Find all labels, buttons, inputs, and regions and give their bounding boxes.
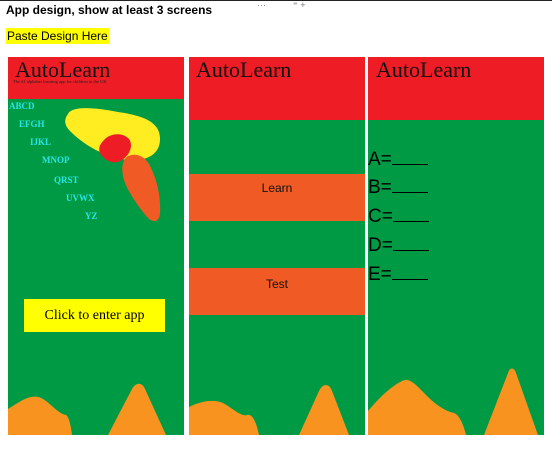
logo-blob-shapes <box>65 108 161 222</box>
page-heading: App design, show at least 3 screens <box>6 3 213 17</box>
app-header: AutoLearn <box>189 57 365 120</box>
screen-menu: AutoLearn Learn Test <box>189 57 365 435</box>
answer-row-c: C= <box>368 206 429 228</box>
answer-label: E= <box>368 264 392 285</box>
answer-label: C= <box>368 206 393 227</box>
page-top-border <box>0 0 552 1</box>
test-button[interactable]: Test <box>189 268 365 315</box>
answer-row-a: A= <box>368 149 428 171</box>
toolbar-dots[interactable]: ··· <box>257 0 266 10</box>
answer-blank[interactable] <box>391 178 428 193</box>
app-header: AutoLearn <box>368 57 544 120</box>
hills-decoration <box>8 383 166 435</box>
app-brand: AutoLearn <box>196 57 292 82</box>
enter-app-button[interactable]: Click to enter app <box>24 299 165 332</box>
screen-test: AutoLearn A= B= C= D= E= <box>368 57 544 435</box>
toolbar-icons[interactable]: ⁼ + <box>293 0 306 11</box>
hills-decoration <box>368 368 538 435</box>
answer-blank[interactable] <box>391 150 428 165</box>
answer-row-d: D= <box>368 235 429 257</box>
learn-button[interactable]: Learn <box>189 174 365 221</box>
answer-blank[interactable] <box>392 236 429 251</box>
answer-label: D= <box>368 235 393 256</box>
screen-splash: AutoLearn The #1 alphabet learning app f… <box>8 57 184 435</box>
answer-blank[interactable] <box>391 265 428 280</box>
paste-design-label: Paste Design Here <box>6 28 109 44</box>
answer-row-b: B= <box>368 177 428 199</box>
app-brand: AutoLearn <box>376 57 472 82</box>
answer-row-e: E= <box>368 264 428 286</box>
answer-label: A= <box>368 149 392 170</box>
answer-label: B= <box>368 177 392 198</box>
hills-decoration <box>189 385 349 435</box>
answer-blank[interactable] <box>392 207 429 222</box>
